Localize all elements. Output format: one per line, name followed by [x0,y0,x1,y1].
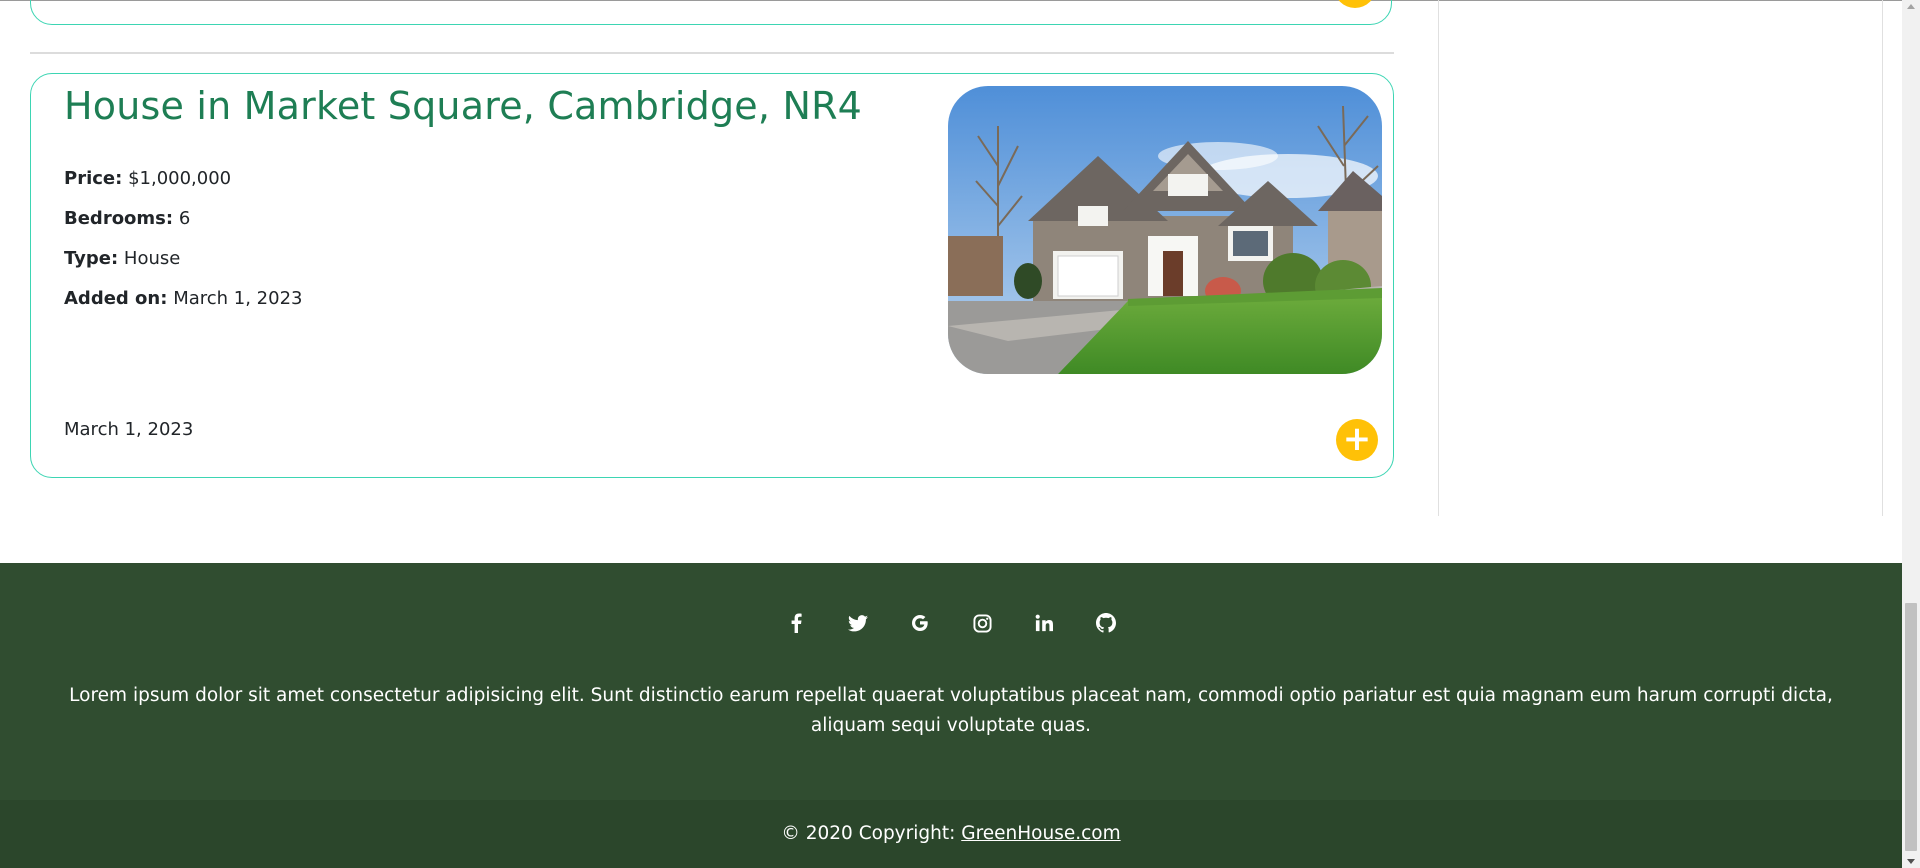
github-icon[interactable] [1094,611,1118,635]
type-value: House [123,248,181,269]
listings-main: + House in Market Square, Cambridge, NR4… [0,0,1902,516]
social-links [0,611,1902,635]
sidebar-right-edge [1882,0,1883,516]
type-field: Type: House [64,248,180,269]
instagram-icon[interactable] [970,611,994,635]
listing-photo[interactable] [948,86,1382,374]
bedrooms-field: Bedrooms: 6 [64,208,190,229]
plus-icon: + [1342,418,1372,459]
type-label: Type: [64,248,119,269]
google-icon[interactable] [908,611,932,635]
linkedin-icon[interactable] [1032,611,1056,635]
scroll-down-arrow-icon[interactable] [1907,859,1915,864]
price-field: Price: $1,000,000 [64,168,231,189]
footer-description: Lorem ipsum dolor sit amet consectetur a… [69,685,1833,736]
scroll-thumb[interactable] [1905,603,1917,851]
previous-listing-card: + [30,0,1392,25]
price-value: $1,000,000 [128,168,232,189]
add-to-favorites-button[interactable]: + [1336,419,1378,461]
listing-title: House in Market Square, Cambridge, NR4 [64,84,863,128]
previous-add-button[interactable]: + [1334,0,1376,8]
copyright-link[interactable]: GreenHouse.com [961,823,1120,844]
facebook-icon[interactable] [784,611,808,635]
copyright-text: © 2020 Copyright: [781,823,956,844]
scroll-up-arrow-icon[interactable] [1907,4,1915,9]
added-on-label: Added on: [64,288,168,309]
added-on-value: March 1, 2023 [173,288,303,309]
plus-icon: + [1341,0,1370,3]
listing-card: House in Market Square, Cambridge, NR4 P… [30,73,1394,478]
card-footer-date: March 1, 2023 [64,419,194,440]
bedrooms-label: Bedrooms: [64,208,174,229]
sidebar-divider [1438,0,1439,516]
site-footer: Lorem ipsum dolor sit amet consectetur a… [0,563,1902,868]
listing-separator [30,52,1394,54]
twitter-icon[interactable] [846,611,870,635]
added-on-field: Added on: March 1, 2023 [64,288,302,309]
bedrooms-value: 6 [178,208,191,229]
page-scrollbar[interactable] [1902,0,1920,868]
copyright-bar: © 2020 Copyright: GreenHouse.com [0,800,1902,868]
price-label: Price: [64,168,123,189]
